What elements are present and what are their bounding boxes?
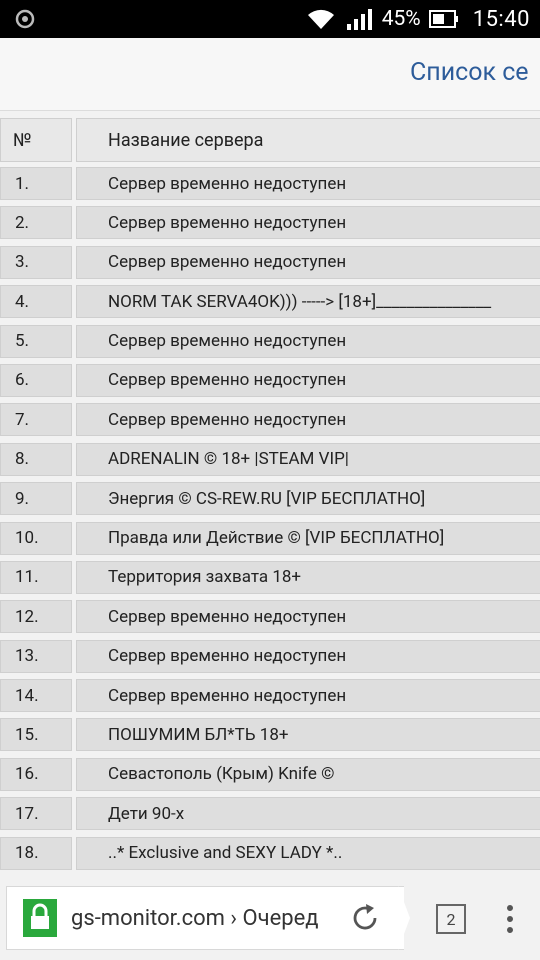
status-icons: 45% 15:40 — [306, 0, 530, 38]
menu-icon[interactable] — [504, 904, 516, 934]
server-name[interactable]: Сервер временно недоступен — [76, 679, 540, 713]
server-name[interactable]: Дети 90-х — [76, 797, 540, 831]
address-bar[interactable]: gs-monitor.com › Очеред — [6, 886, 404, 950]
server-name[interactable]: Севастополь (Крым) Knife © — [76, 757, 540, 791]
row-number: 14. — [0, 679, 72, 713]
server-name[interactable]: ПОШУМИМ БЛ*ТЬ 18+ — [76, 718, 540, 752]
tabs-button[interactable]: 2 — [436, 904, 466, 934]
page-header: Список се — [0, 38, 540, 111]
table-row[interactable]: 11. Территория захвата 18+ — [0, 558, 540, 597]
table-row[interactable]: 15. ПОШУМИМ БЛ*ТЬ 18+ — [0, 715, 540, 754]
table-row[interactable]: 7. Сервер временно недоступен — [0, 400, 540, 439]
table-row[interactable]: 12. Сервер временно недоступен — [0, 597, 540, 636]
row-number: 8. — [0, 442, 72, 476]
battery-icon — [428, 10, 458, 28]
table-row[interactable]: 14. Сервер временно недоступен — [0, 676, 540, 715]
server-name[interactable]: ADRENALIN © 18+ |STEAM VIP| — [76, 442, 540, 476]
server-name[interactable]: Сервер временно недоступен — [76, 600, 540, 634]
row-number: 4. — [0, 285, 72, 319]
clock: 15:40 — [472, 6, 530, 32]
row-number: 6. — [0, 363, 72, 397]
table-row[interactable]: 18. ..* Exclusive and SEXY LADY *.. — [0, 834, 540, 873]
column-header-number[interactable]: № — [0, 118, 72, 162]
table-row[interactable]: 5. Сервер временно недоступен — [0, 322, 540, 361]
column-header-server-name[interactable]: Название сервера — [76, 118, 540, 162]
row-number: 3. — [0, 245, 72, 279]
battery-percent: 45% — [381, 7, 421, 31]
server-name[interactable]: Сервер временно недоступен — [76, 206, 540, 240]
url-text: gs-monitor.com › Очеред — [71, 905, 319, 931]
row-number: 13. — [0, 639, 72, 673]
row-number: 10. — [0, 521, 72, 555]
server-name[interactable]: Сервер временно недоступен — [76, 167, 540, 200]
row-number: 17. — [0, 797, 72, 831]
wifi-icon — [307, 9, 334, 29]
debug-icon — [15, 9, 35, 29]
row-number: 2. — [0, 206, 72, 240]
row-number: 9. — [0, 482, 72, 516]
row-number: 16. — [0, 757, 72, 791]
server-name[interactable]: Сервер временно недоступен — [76, 639, 540, 673]
table-row[interactable]: 6. Сервер временно недоступен — [0, 361, 540, 400]
page-title: Список се — [410, 58, 529, 87]
browser-toolbar: gs-monitor.com › Очеред 2 — [0, 876, 540, 960]
table-row[interactable]: 17. Дети 90-х — [0, 794, 540, 833]
row-number: 5. — [0, 324, 72, 358]
row-number: 12. — [0, 600, 72, 634]
server-table: № Название сервера 1. Сервер временно нед… — [0, 114, 540, 873]
table-row[interactable]: 16. Севастополь (Крым) Knife © — [0, 755, 540, 794]
status-bar: 45% 15:40 — [0, 0, 540, 38]
row-number: 7. — [0, 403, 72, 437]
server-name[interactable]: Сервер временно недоступен — [76, 324, 540, 358]
server-name[interactable]: Сервер временно недоступен — [76, 245, 540, 279]
row-number: 1. — [0, 167, 72, 200]
server-name[interactable]: Энергия © CS-REW.RU [VIP БЕСПЛАТНО] — [76, 482, 540, 516]
table-header-row: № Название сервера — [0, 114, 540, 164]
table-row[interactable]: 4. NORM TAK SERVA4OK))) -----> [18+]_____… — [0, 282, 540, 321]
table-row[interactable]: 10. Правда или Действие © [VIP БЕСПЛАТНО] — [0, 519, 540, 558]
server-name[interactable]: Территория захвата 18+ — [76, 560, 540, 594]
server-name[interactable]: Сервер временно недоступен — [76, 363, 540, 397]
table-row[interactable]: 3. Сервер временно недоступен — [0, 243, 540, 282]
address-bar-arrow — [398, 886, 410, 950]
server-name[interactable]: ..* Exclusive and SEXY LADY *.. — [76, 836, 540, 870]
table-row[interactable]: 9. Энергия © CS-REW.RU [VIP БЕСПЛАТНО] — [0, 479, 540, 518]
table-row[interactable]: 1. Сервер временно недоступен — [0, 164, 540, 203]
server-name[interactable]: Правда или Действие © [VIP БЕСПЛАТНО] — [76, 521, 540, 555]
reload-icon[interactable] — [350, 903, 380, 933]
lock-icon — [23, 899, 57, 937]
row-number: 18. — [0, 836, 72, 870]
table-row[interactable]: 13. Сервер временно недоступен — [0, 637, 540, 676]
table-row[interactable]: 2. Сервер временно недоступен — [0, 203, 540, 242]
table-row[interactable]: 8. ADRENALIN © 18+ |STEAM VIP| — [0, 440, 540, 479]
server-name[interactable]: Сервер временно недоступен — [76, 403, 540, 437]
row-number: 15. — [0, 718, 72, 752]
row-number: 11. — [0, 560, 72, 594]
server-name[interactable]: NORM TAK SERVA4OK))) -----> [18+]_______… — [76, 285, 540, 319]
signal-icon — [346, 9, 372, 30]
